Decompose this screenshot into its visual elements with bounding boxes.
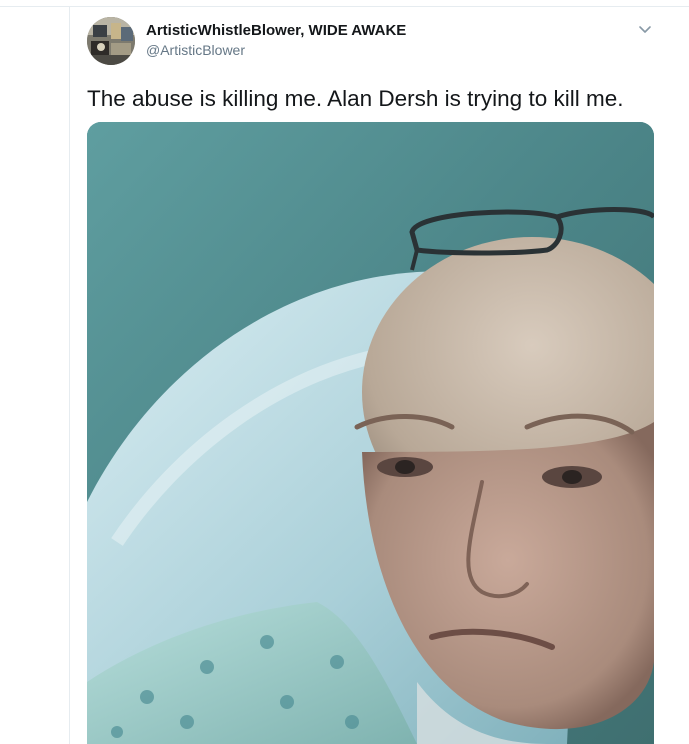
tweet-text: The abuse is killing me. Alan Dersh is t… [87, 86, 624, 111]
tweet-menu-button[interactable] [636, 21, 654, 39]
tweet-card[interactable]: ArtisticWhistleBlower, WIDE AWAKE @Artis… [70, 7, 689, 744]
tweet-photo[interactable] [87, 122, 654, 744]
author-name-row[interactable]: ArtisticWhistleBlower, WIDE AWAKE [146, 22, 406, 40]
avatar-image [87, 17, 135, 65]
chevron-down-icon [639, 26, 651, 33]
twitter-page: ArtisticWhistleBlower, WIDE AWAKE @Artis… [0, 0, 689, 744]
top-divider [0, 0, 689, 7]
avatar[interactable] [87, 17, 135, 65]
author-display-name[interactable]: ArtisticWhistleBlower, WIDE AWAKE [146, 22, 406, 39]
photo-icon [87, 122, 654, 744]
author-handle[interactable]: @ArtisticBlower [146, 42, 245, 58]
